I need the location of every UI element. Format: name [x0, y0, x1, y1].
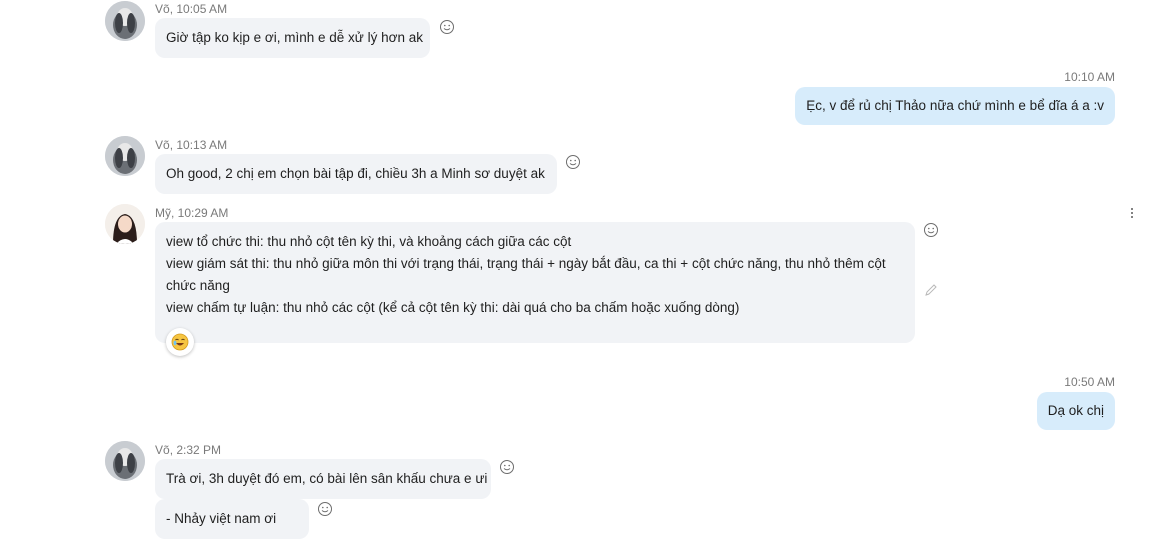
smiley-face-icon[interactable]: [317, 501, 333, 517]
message-text-line: view giám sát thi: thu nhỏ giữa môn thi …: [166, 256, 886, 271]
message-time: 10:10 AM: [1064, 70, 1115, 84]
message-text-line: view chấm tự luận: thu nhỏ các cột (kể c…: [166, 300, 740, 315]
message-meta: Võ, 10:13 AM: [155, 138, 228, 152]
smiley-face-icon[interactable]: [499, 459, 515, 475]
message-bubble[interactable]: view tổ chức thi: thu nhỏ cột tên kỳ thi…: [155, 222, 915, 343]
pencil-icon[interactable]: [923, 282, 939, 298]
message-bubble[interactable]: - Nhảy việt nam ơi: [155, 499, 309, 539]
message-text: Ẹc, v để rủ chị Thảo nữa chứ mình e bể d…: [806, 98, 1104, 113]
avatar-vo[interactable]: [105, 1, 145, 41]
message-text: Giờ tập ko kịp e ơi, mình e dễ xử lý hơn…: [166, 30, 423, 45]
message-text-line: chức năng: [166, 278, 230, 293]
smiley-face-icon[interactable]: [565, 154, 581, 170]
message-bubble[interactable]: Ẹc, v để rủ chị Thảo nữa chứ mình e bể d…: [795, 87, 1115, 125]
laughing-emoji-icon[interactable]: [166, 328, 194, 356]
message-bubble[interactable]: Giờ tập ko kịp e ơi, mình e dễ xử lý hơn…: [155, 18, 430, 58]
message-bubble[interactable]: Trà ơi, 3h duyệt đó em, có bài lên sân k…: [155, 459, 491, 499]
message-meta: Võ, 2:32 PM: [155, 443, 222, 457]
message-text-line: view tổ chức thi: thu nhỏ cột tên kỳ thi…: [166, 234, 572, 249]
message-bubble[interactable]: Dạ ok chị: [1036, 392, 1115, 430]
message-text: Oh good, 2 chị em chọn bài tập đi, chiều…: [166, 166, 545, 181]
message-text: - Nhảy việt nam ơi: [166, 511, 277, 526]
avatar-vo[interactable]: [105, 441, 145, 481]
message-text: Trà ơi, 3h duyệt đó em, có bài lên sân k…: [166, 471, 488, 486]
message-text: Dạ ok chị: [1047, 403, 1104, 418]
smiley-face-icon[interactable]: [923, 222, 939, 238]
message-bubble[interactable]: Oh good, 2 chị em chọn bài tập đi, chiều…: [155, 154, 557, 194]
avatar-vo[interactable]: [105, 136, 145, 176]
message-meta: Võ, 10:05 AM: [155, 2, 228, 16]
message-time: 10:50 AM: [1064, 375, 1115, 389]
avatar-my[interactable]: [105, 204, 145, 244]
more-options-icon[interactable]: [1130, 208, 1134, 220]
message-meta: Mỹ, 10:29 AM: [155, 206, 229, 220]
smiley-face-icon[interactable]: [439, 19, 455, 35]
